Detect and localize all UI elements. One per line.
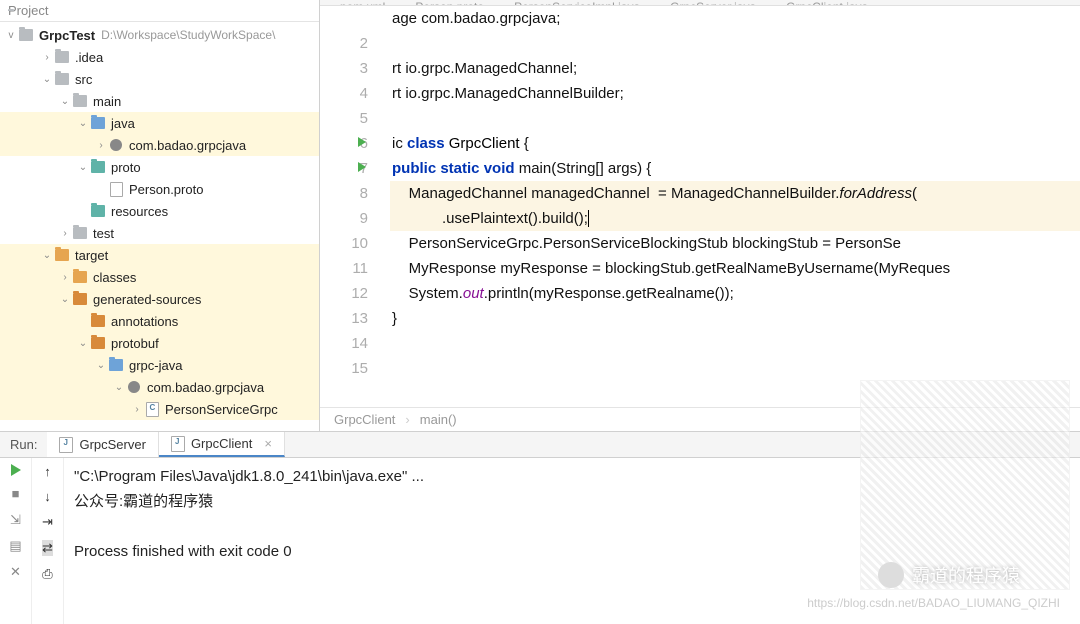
chevron-right-icon: › [405, 412, 409, 427]
run-label: Run: [0, 437, 47, 452]
tree-item[interactable]: ⌄src [0, 68, 319, 90]
tree-item[interactable]: resources [0, 200, 319, 222]
export-icon[interactable]: ⇲ [8, 512, 24, 528]
wrap-icon[interactable]: ⇥ [42, 514, 53, 530]
project-sidebar: Project vGrpcTestD:\Workspace\StudyWorkS… [0, 0, 320, 431]
tree-item[interactable]: ›.idea [0, 46, 319, 68]
tree-item[interactable]: ⌄target [0, 244, 319, 266]
print-icon[interactable]: ⎙ [42, 566, 52, 582]
tree-item[interactable]: ›com.badao.grpcjava [0, 134, 319, 156]
tree-item[interactable]: ⌄main [0, 90, 319, 112]
sidebar-header[interactable]: Project [0, 0, 319, 22]
watermark-url: https://blog.csdn.net/BADAO_LIUMANG_QIZH… [807, 596, 1060, 610]
tree-item[interactable]: ›classes [0, 266, 319, 288]
sidebar-title: Project [8, 3, 311, 18]
tree-item[interactable]: ⌄java [0, 112, 319, 134]
breadcrumb-method[interactable]: main() [420, 412, 457, 427]
up-icon[interactable]: ↑ [44, 464, 51, 479]
tree-item[interactable]: Person.proto [0, 178, 319, 200]
editor-tab[interactable]: pom.xml [340, 0, 385, 5]
tree-item[interactable]: ⌄proto [0, 156, 319, 178]
qr-code-watermark [860, 380, 1070, 590]
scroll-icon[interactable]: ⇄ [42, 540, 53, 556]
tree-item[interactable]: ⌄generated-sources [0, 288, 319, 310]
editor-pane: pom.xml Person.proto PersonServiceImpl.jav… [320, 0, 1080, 431]
tree-item[interactable]: ⌄protobuf [0, 332, 319, 354]
tree-item[interactable]: ⌄com.badao.grpcjava [0, 376, 319, 398]
run-icon[interactable] [11, 464, 21, 476]
code-editor[interactable]: age com.badao.grpcjava;rt io.grpc.Manage… [390, 6, 1080, 407]
run-toolbar-2[interactable]: ↑ ↓ ⇥ ⇄ ⎙ [32, 458, 64, 624]
tree-item[interactable]: ›PersonServiceGrpc [0, 398, 319, 420]
wechat-icon [878, 562, 904, 588]
editor-tab[interactable]: GrpcClient.java [786, 0, 868, 5]
watermark-name: 霸道的程序猿 [878, 562, 1020, 588]
tree-item[interactable]: annotations [0, 310, 319, 332]
run-toolbar-left[interactable]: ■ ⇲ ▤ ✕ [0, 458, 32, 624]
editor-tab[interactable]: PersonServiceImpl.java [514, 0, 640, 5]
stop-icon[interactable]: ■ [8, 486, 24, 502]
breadcrumb-class[interactable]: GrpcClient [334, 412, 395, 427]
tree-root[interactable]: vGrpcTestD:\Workspace\StudyWorkSpace\ [0, 24, 319, 46]
tree-item[interactable]: ›test [0, 222, 319, 244]
layout-icon[interactable]: ▤ [8, 538, 24, 554]
editor-tab[interactable]: Person.proto [415, 0, 484, 5]
editor-tab[interactable]: GrpcServer.java [670, 0, 756, 5]
down-icon[interactable]: ↓ [44, 489, 51, 504]
run-tab[interactable]: GrpcServer [47, 432, 158, 457]
tree-item[interactable]: ⌄grpc-java [0, 354, 319, 376]
project-tree[interactable]: vGrpcTestD:\Workspace\StudyWorkSpace\›.i… [0, 22, 319, 420]
gutter[interactable]: 23456789101112131415 [320, 6, 390, 407]
delete-icon[interactable]: ✕ [8, 564, 24, 580]
run-tab[interactable]: GrpcClient× [159, 432, 285, 457]
